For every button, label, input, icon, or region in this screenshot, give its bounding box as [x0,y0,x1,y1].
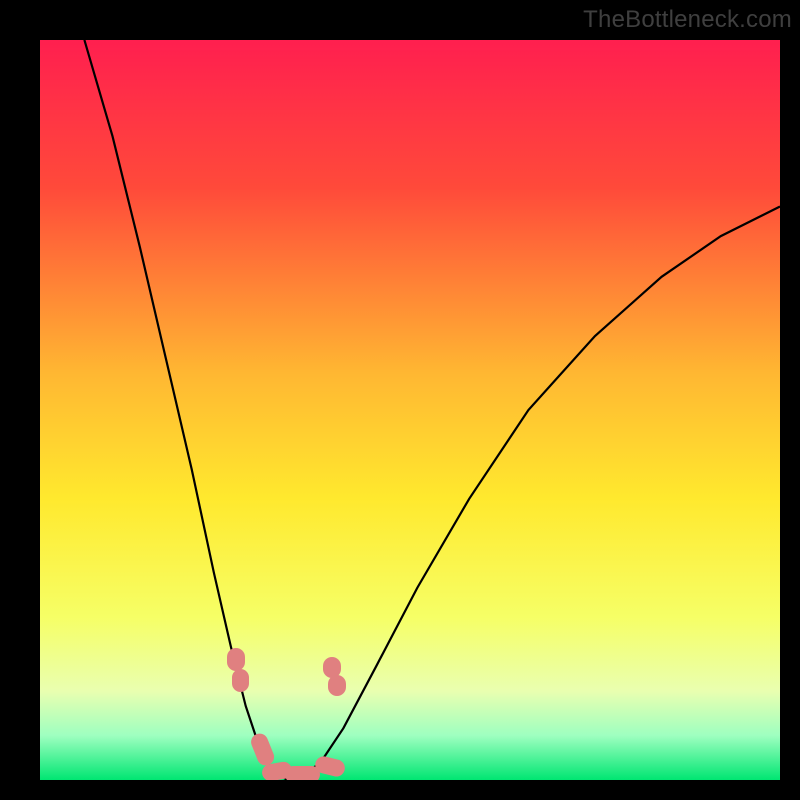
chart-frame: TheBottleneck.com [0,0,800,800]
data-marker [227,648,245,671]
curve-right-branch [299,207,780,781]
curve-layer [40,40,780,780]
attribution-watermark: TheBottleneck.com [583,6,792,34]
data-marker [328,675,346,696]
curve-left-branch [84,40,288,780]
data-marker [232,669,250,692]
plot-area [40,40,780,780]
